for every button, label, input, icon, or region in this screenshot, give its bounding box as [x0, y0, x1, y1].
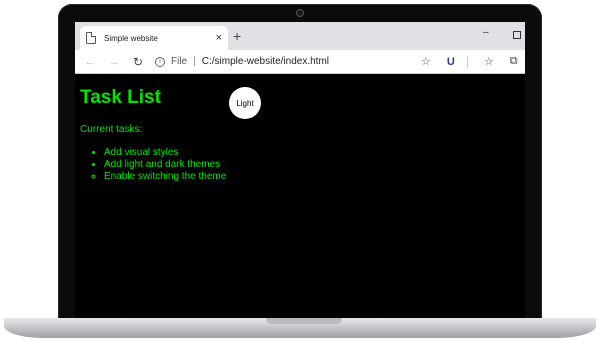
new-tab-button[interactable]: +	[233, 29, 241, 43]
task-item: Enable switching the theme	[104, 171, 520, 183]
back-arrow-icon[interactable]: ←	[81, 56, 99, 68]
browser-toolbar: ← → ↻ i File | C:/simple-website/index.h…	[75, 50, 525, 74]
toolbar-divider	[466, 55, 468, 68]
tab-close-icon[interactable]: ×	[216, 32, 222, 44]
minimize-button[interactable]: –	[483, 27, 489, 38]
page-icon	[86, 32, 96, 44]
file-scheme-label: File	[171, 56, 188, 67]
laptop-screen: Simple website × + – ← → ↻ i File | C:/s…	[75, 22, 525, 320]
address-separator: |	[193, 56, 196, 67]
collections-icon[interactable]: ⧉	[510, 55, 518, 68]
webcam-icon	[296, 9, 304, 17]
browser-tab-strip: Simple website × + –	[75, 22, 525, 50]
page-title: Task List	[80, 87, 161, 108]
laptop-notch	[266, 318, 342, 324]
task-list: Add visual styles Add light and dark the…	[104, 147, 520, 183]
favorites-icon[interactable]: ☆	[484, 55, 494, 68]
task-item: Add visual styles	[104, 147, 520, 159]
extension-icon[interactable]: U	[447, 56, 455, 68]
forward-arrow-icon[interactable]: →	[105, 56, 123, 68]
theme-toggle-button[interactable]: Light	[229, 87, 261, 119]
task-item: Add light and dark themes	[104, 159, 520, 171]
laptop-base	[4, 318, 596, 338]
info-icon[interactable]: i	[155, 56, 165, 67]
favorite-star-icon[interactable]: ☆	[421, 55, 431, 68]
maximize-button[interactable]	[513, 31, 521, 39]
address-bar[interactable]: i File | C:/simple-website/index.html	[155, 53, 405, 71]
page-content: Task List Light Current tasks: Add visua…	[75, 75, 525, 320]
reload-icon[interactable]: ↻	[129, 55, 147, 69]
tab-title: Simple website	[104, 33, 158, 43]
url-text[interactable]: C:/simple-website/index.html	[202, 56, 329, 67]
browser-tab[interactable]: Simple website ×	[80, 26, 228, 50]
tasks-subheading: Current tasks:	[80, 123, 143, 135]
